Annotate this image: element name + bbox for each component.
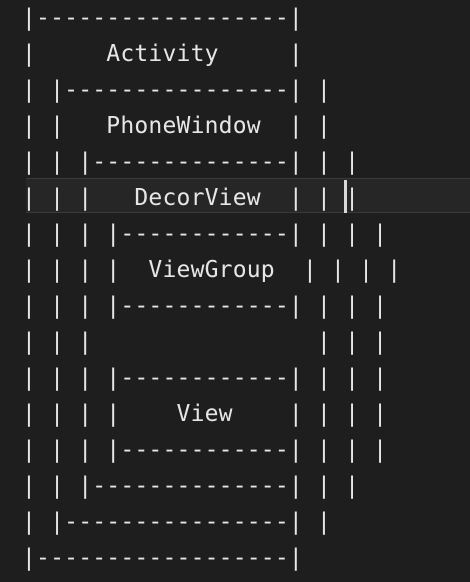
code-line-10: | | | | | | — [22, 329, 388, 355]
code-line-1: |------------------| — [22, 5, 303, 31]
code-line-11: | | | |------------| | | | — [22, 365, 388, 391]
code-line-7: | | | |------------| | | | — [22, 221, 388, 247]
code-line-13: | | | |------------| | | | — [22, 437, 388, 463]
ascii-diagram: |------------------| | Activity | | |-----… — [22, 0, 401, 576]
code-line-2: | Activity | — [22, 41, 303, 67]
code-line-12: | | | | View | | | | — [22, 401, 388, 427]
code-line-16: |------------------| — [22, 545, 303, 571]
code-line-4: | | PhoneWindow | | — [22, 113, 332, 139]
code-line-9: | | | |------------| | | | — [22, 293, 388, 319]
code-line-15: | |----------------| | — [22, 509, 332, 535]
code-line-8: | | | | ViewGroup | | | | — [22, 257, 402, 283]
code-line-14: | | |--------------| | | — [22, 473, 360, 499]
text-cursor — [344, 180, 347, 213]
code-line-3: | |----------------| | — [22, 77, 332, 103]
code-editor[interactable]: |------------------| | Activity | | |-----… — [0, 0, 470, 582]
code-line-5: | | |--------------| | | — [22, 149, 360, 175]
